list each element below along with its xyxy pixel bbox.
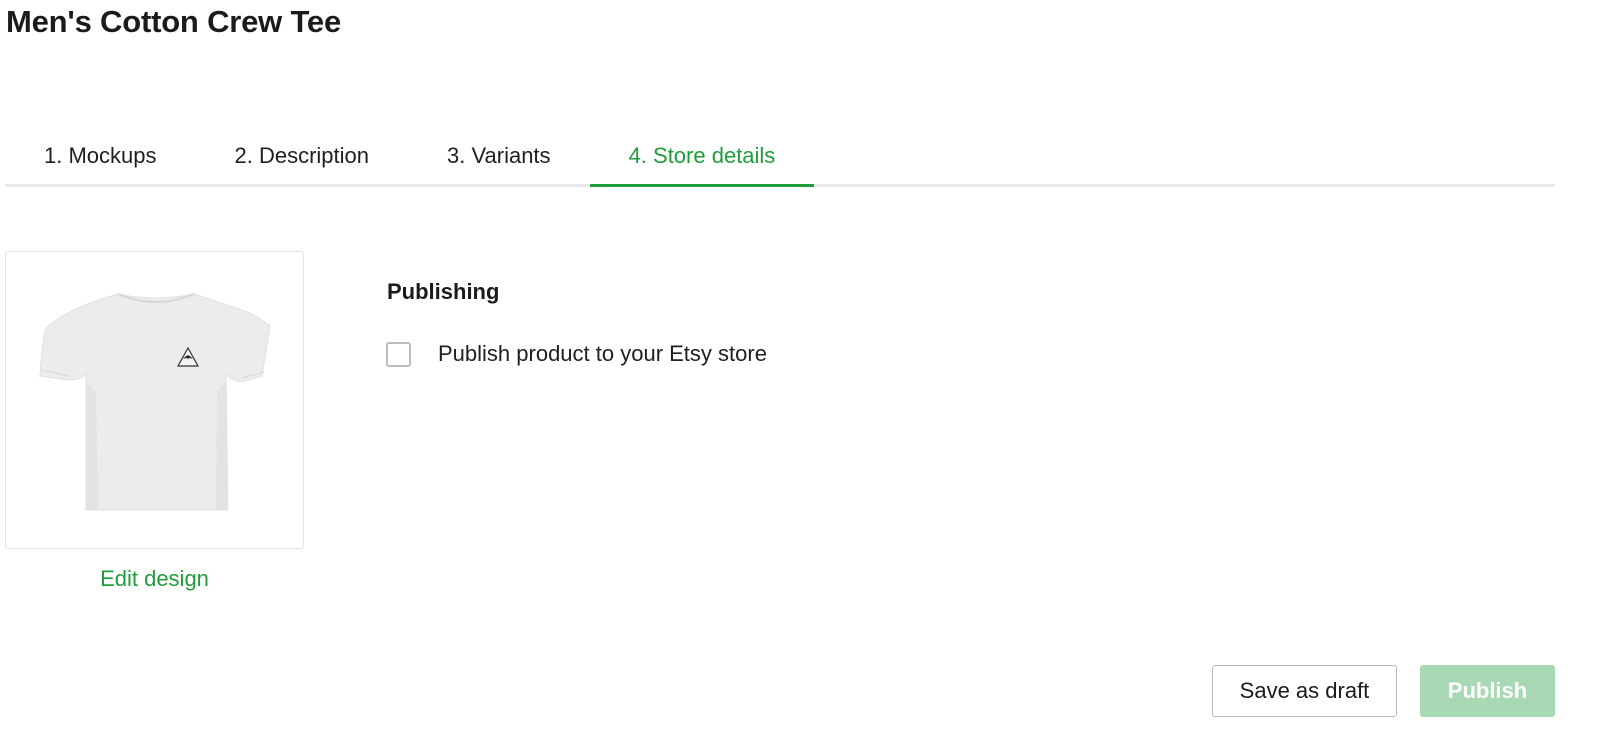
- tab-description[interactable]: 2. Description: [196, 136, 409, 184]
- product-mockup-card: [5, 251, 304, 549]
- save-as-draft-button[interactable]: Save as draft: [1212, 665, 1397, 717]
- triangle-emblem-icon: [176, 346, 200, 367]
- page-title: Men's Cotton Crew Tee: [6, 4, 342, 39]
- tab-mockups[interactable]: 1. Mockups: [5, 136, 196, 184]
- tab-variants[interactable]: 3. Variants: [408, 136, 590, 184]
- edit-design-link[interactable]: Edit design: [5, 566, 304, 592]
- publish-button[interactable]: Publish: [1420, 665, 1555, 717]
- publish-to-etsy-checkbox[interactable]: [386, 341, 411, 367]
- publishing-heading: Publishing: [387, 279, 500, 304]
- publish-to-etsy-label: Publish product to your Etsy store: [438, 341, 767, 366]
- tshirt-icon: [39, 293, 271, 511]
- tab-store-details[interactable]: 4. Store details: [589, 136, 815, 187]
- step-tabs: 1. Mockups 2. Description 3. Variants 4.…: [5, 136, 1555, 187]
- publish-to-etsy-option[interactable]: Publish product to your Etsy store: [386, 341, 767, 367]
